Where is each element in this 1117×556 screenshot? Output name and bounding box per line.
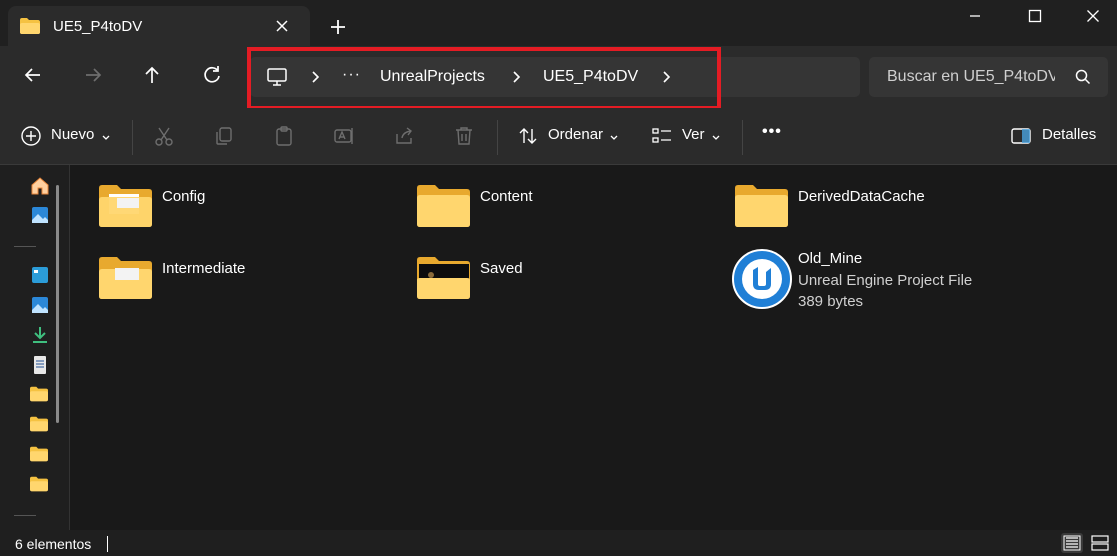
navigation-pane (0, 165, 70, 530)
close-tab-icon[interactable] (272, 16, 292, 36)
sort-icon (517, 125, 539, 147)
tiles-view-icon[interactable] (1089, 533, 1111, 553)
folder-icon (417, 256, 471, 305)
downloads-icon[interactable] (30, 325, 50, 345)
item-name: Content (480, 188, 533, 205)
divider (742, 120, 743, 155)
folder-icon (99, 256, 153, 305)
details-label: Detalles (1042, 126, 1097, 143)
details-button[interactable]: Detalles (1003, 116, 1108, 156)
delete-icon[interactable] (453, 125, 475, 147)
divider (107, 536, 108, 552)
item-size: 389 bytes (798, 293, 864, 310)
title-bar: UE5_P4toDV (0, 0, 1117, 46)
folder-icon (99, 184, 153, 233)
search-icon[interactable] (1074, 68, 1092, 91)
chevron-down-icon (101, 130, 111, 148)
share-icon[interactable] (393, 125, 415, 147)
search-input[interactable]: Buscar en UE5_P4toDV (887, 68, 1055, 86)
new-tab-icon[interactable] (328, 17, 348, 37)
item-count: 6 elementos (15, 536, 92, 552)
divider (14, 246, 36, 247)
more-options-button[interactable]: ••• (762, 123, 782, 141)
maximize-icon[interactable] (1023, 4, 1047, 28)
folder-icon[interactable] (30, 476, 50, 496)
documents-icon[interactable] (30, 355, 50, 375)
forward-arrow-icon[interactable] (80, 62, 106, 88)
chevron-down-icon (711, 130, 721, 148)
file-list: Config Content DerivedDataCache Intermed… (71, 166, 1117, 530)
new-button[interactable]: Nuevo (10, 116, 125, 156)
navigation-bar: ··· UnrealProjects UE5_P4toDV Buscar en … (0, 46, 1117, 110)
folder-icon (735, 184, 789, 233)
item-type: Unreal Engine Project File (798, 272, 973, 289)
plus-circle-icon (20, 125, 42, 147)
status-bar: 6 elementos (0, 530, 1117, 556)
item-name: Saved (480, 260, 523, 277)
tab-ue5-p4todv[interactable]: UE5_P4toDV (8, 6, 310, 46)
item-name: Old_Mine (798, 250, 863, 267)
rename-icon[interactable] (333, 125, 355, 147)
chevron-down-icon (609, 130, 619, 148)
command-bar: Nuevo Ordenar Ver ••• Detalles (0, 108, 1117, 165)
divider (14, 515, 36, 516)
tab-title: UE5_P4toDV (53, 18, 143, 35)
view-button[interactable]: Ver (645, 116, 730, 156)
item-name: Config (162, 188, 206, 205)
divider (497, 120, 498, 155)
search-box[interactable]: Buscar en UE5_P4toDV (869, 57, 1108, 97)
divider (132, 120, 133, 155)
copy-icon[interactable] (213, 125, 235, 147)
back-arrow-icon[interactable] (20, 62, 46, 88)
scrollbar[interactable] (56, 185, 59, 423)
folder-icon (417, 184, 471, 233)
folder-icon[interactable] (30, 416, 50, 436)
desktop-icon[interactable] (30, 265, 50, 285)
item-name: DerivedDataCache (798, 188, 925, 205)
cut-icon[interactable] (153, 125, 175, 147)
details-pane-icon (1010, 126, 1032, 148)
item-name: Intermediate (162, 260, 246, 277)
gallery-icon[interactable] (30, 205, 50, 225)
folder-icon[interactable] (30, 386, 50, 406)
close-window-icon[interactable] (1081, 4, 1105, 28)
folder-icon (20, 18, 40, 39)
pictures-icon[interactable] (30, 295, 50, 315)
unreal-engine-icon (731, 248, 793, 315)
up-arrow-icon[interactable] (139, 62, 165, 88)
home-icon[interactable] (30, 176, 50, 196)
new-label: Nuevo (51, 126, 95, 143)
red-highlight-box (247, 47, 721, 110)
view-label: Ver (682, 126, 705, 143)
sort-label: Ordenar (548, 126, 604, 143)
view-list-icon (651, 125, 673, 147)
details-view-icon[interactable] (1061, 533, 1083, 553)
sort-button[interactable]: Ordenar (510, 116, 628, 156)
folder-icon[interactable] (30, 446, 50, 466)
refresh-icon[interactable] (199, 62, 225, 88)
paste-icon[interactable] (273, 125, 295, 147)
minimize-icon[interactable] (963, 4, 987, 28)
